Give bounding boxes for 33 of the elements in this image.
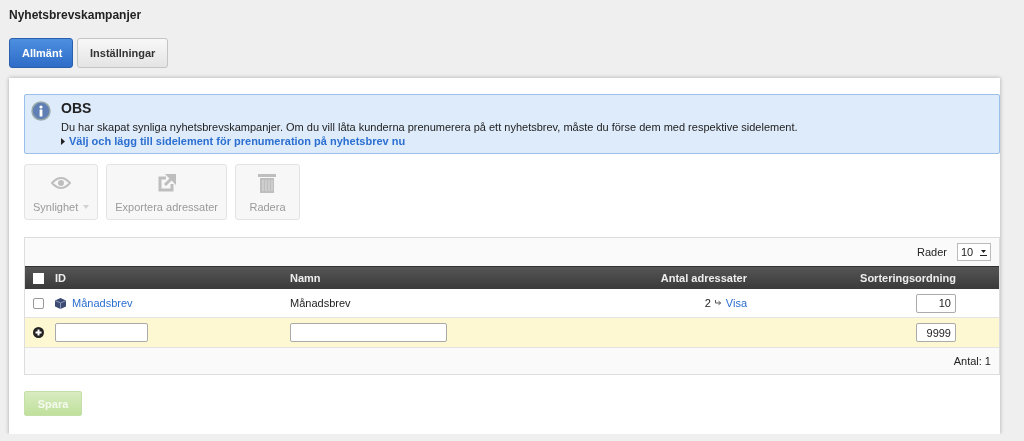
trash-icon: [258, 173, 277, 193]
arrow-icon: [714, 300, 722, 306]
table-cell: 2: [704, 297, 711, 309]
caret-icon: [83, 205, 90, 209]
page-title: Nyhetsbrevskampanjer: [9, 8, 143, 22]
name-input-field[interactable]: [290, 323, 447, 342]
tab[interactable]: Inställningar: [77, 38, 169, 68]
notice-link[interactable]: Välj och lägg till sidelement för prenumeration på nyhetsbrev nu: [69, 135, 406, 147]
row-checkbox[interactable]: [33, 297, 44, 309]
notice-title: OBS: [61, 100, 93, 116]
notice-text: Du har skapat synliga nyhetsbrevskampanjer. Om du vill låta kunderna prenumerera på ett nyhetsbrev, måste du förse dem med respektive sidelement.: [61, 121, 798, 133]
column-header: ID: [55, 272, 67, 284]
sort-order-field[interactable]: 9999: [916, 323, 956, 342]
column-header: Antal adressater: [659, 272, 747, 284]
dropdown-arrow-icon: [980, 248, 987, 256]
export-icon: [157, 174, 176, 192]
tab[interactable]: Allmänt: [9, 38, 73, 68]
rows-per-page-select[interactable]: 10: [957, 243, 991, 261]
rows-label: Rader: [917, 246, 947, 258]
view-link[interactable]: Visa: [725, 297, 747, 309]
eye-icon: [51, 177, 72, 189]
triangle-icon: [61, 137, 65, 145]
table-cell-text: Månadsbrev: [290, 297, 352, 309]
campaign-link[interactable]: Månadsbrev: [72, 297, 133, 309]
id-input-field[interactable]: [55, 323, 148, 342]
info-icon: [31, 101, 51, 121]
column-header: Sorteringsordning: [859, 272, 956, 284]
column-header: Namn: [290, 272, 322, 284]
row-count: Antal: 1: [953, 355, 991, 367]
select-all-checkbox[interactable]: [33, 272, 44, 284]
sort-order-field[interactable]: 10: [916, 293, 956, 313]
add-icon[interactable]: [33, 327, 44, 338]
cube-icon: [55, 297, 66, 309]
